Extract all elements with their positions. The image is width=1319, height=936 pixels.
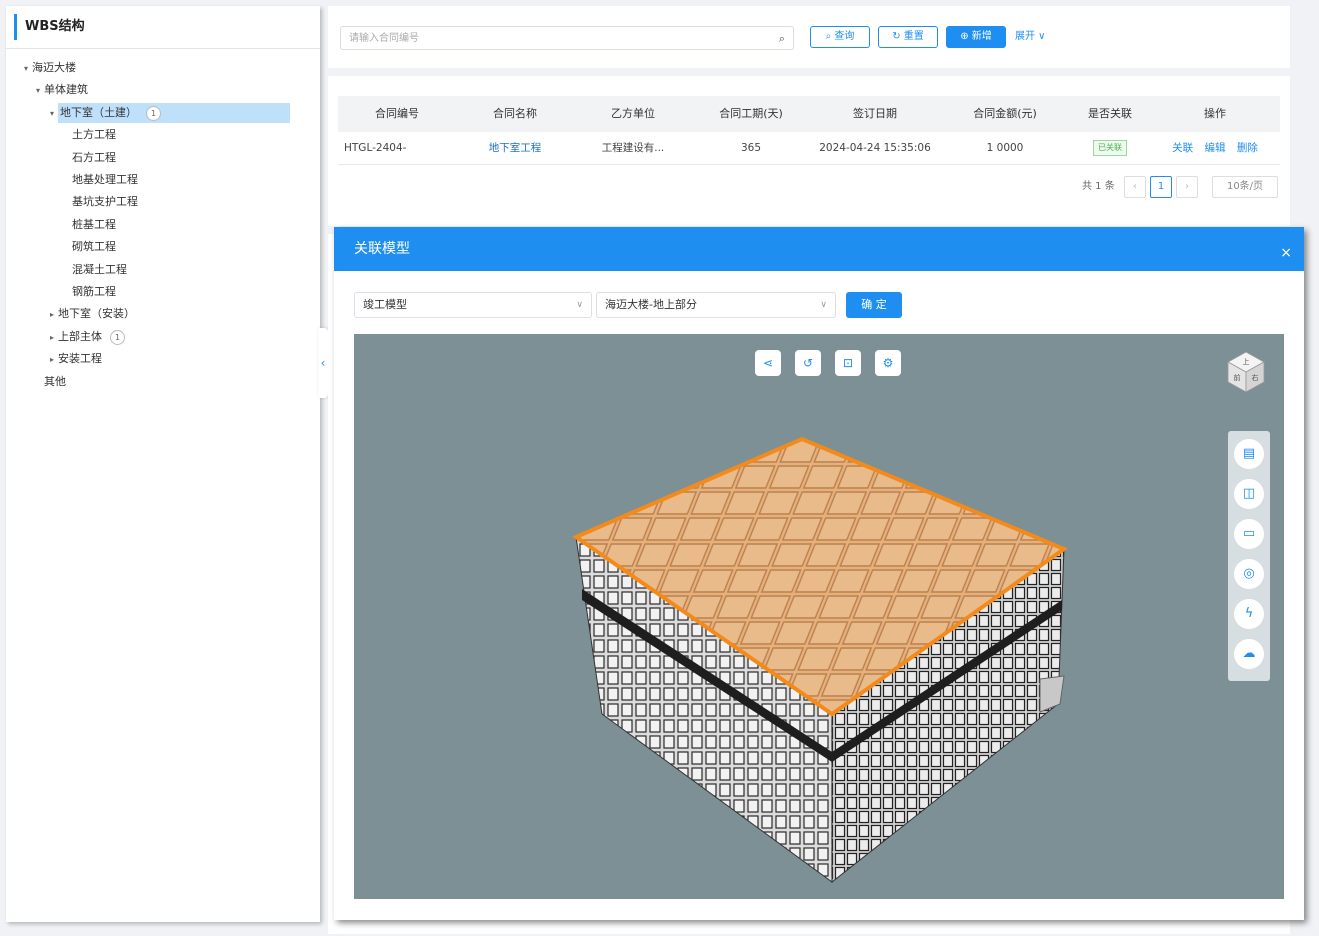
close-icon[interactable]: × xyxy=(1280,227,1292,279)
tree-node[interactable]: 砌筑工程 xyxy=(60,237,116,257)
query-label: 查询 xyxy=(834,31,855,42)
cell-linked: 已关联 xyxy=(1070,132,1150,164)
tree-node[interactable]: ▾ 单体建筑 xyxy=(32,80,88,100)
cell-duration: 365 xyxy=(740,142,762,154)
tree-node[interactable]: 桩基工程 xyxy=(60,215,116,235)
model-value: 海迈大楼-地上部分 xyxy=(605,298,697,311)
reset-button[interactable]: ↻ 重置 xyxy=(878,26,938,48)
th-name: 合同名称 xyxy=(493,107,537,120)
contract-search-input[interactable]: 请输入合同编号 ⌕ xyxy=(340,26,794,50)
tree-node-label: 安装工程 xyxy=(58,352,102,366)
th-amount: 合同金额(元) xyxy=(973,107,1037,120)
model-type-select[interactable]: 竣工模型 ∨ xyxy=(354,292,592,318)
add-label: 新增 xyxy=(971,31,992,42)
tree-node[interactable]: 混凝土工程 xyxy=(60,260,127,280)
th-code: 合同编号 xyxy=(375,107,419,120)
model-type-value: 竣工模型 xyxy=(363,298,407,311)
tree-node[interactable]: ▸ 安装工程 xyxy=(46,349,102,369)
table-row: HTGL-2404- 地下室工程 工程建设有... 365 2024-04-24… xyxy=(338,132,1280,165)
tree-node-label: 其他 xyxy=(44,374,66,388)
dialog-header: 关联模型 × xyxy=(334,227,1304,271)
wbs-panel: WBS结构 ▾ 海迈大楼 ▾ 单体建筑 ▾ 地下室（土建） 1 土方工程 石方工程 地基处理工程基… xyxy=(6,6,320,922)
tree-node[interactable]: ▸ 地下室（安装） xyxy=(46,304,135,324)
pagination-total: 共 1 条 xyxy=(1082,181,1115,192)
tree-node-label: 上部主体 xyxy=(58,329,102,343)
table-header: 合同编号 合同名称 乙方单位 合同工期(天) 签订日期 合同金额(元) 是否关联… xyxy=(338,96,1280,132)
search-icon[interactable]: ⌕ xyxy=(779,27,785,51)
cell-name[interactable]: 地下室工程 xyxy=(456,132,574,164)
link-action[interactable]: 关联 xyxy=(1172,142,1193,154)
delete-action[interactable]: 删除 xyxy=(1237,142,1258,154)
divider xyxy=(6,48,320,49)
caret-right-icon[interactable]: ▸ xyxy=(46,350,58,370)
cell-ops: 关联 编辑 删除 xyxy=(1150,132,1280,164)
tree-node[interactable]: 基坑支护工程 xyxy=(60,192,138,212)
caret-down-icon[interactable]: ▾ xyxy=(20,59,32,79)
cell-date: 2024-04-24 15:35:06 xyxy=(819,142,931,154)
caret-right-icon[interactable]: ▸ xyxy=(46,328,58,348)
model-viewer[interactable]: ⋖ ↺ ⊡ ⚙ 上 前 右 ▤ ◫ ▭ ◎ ϟ ☁ xyxy=(354,334,1284,899)
page-size-select[interactable]: 10条/页 xyxy=(1212,176,1278,198)
caret-down-icon[interactable]: ▾ xyxy=(46,104,58,124)
tree-node[interactable]: 地基处理工程 xyxy=(60,170,138,190)
cell-amount: 1 0000 xyxy=(986,142,1024,154)
tree-node[interactable]: 土方工程 xyxy=(60,125,116,145)
tree-node-label: 土方工程 xyxy=(72,128,116,142)
plus-circle-icon: ⊕ xyxy=(960,31,972,42)
collapse-panel-button[interactable]: ‹ xyxy=(318,328,328,398)
th-linked: 是否关联 xyxy=(1088,107,1132,120)
chevron-down-icon: ∨ xyxy=(576,300,583,310)
count-badge: 1 xyxy=(110,329,125,345)
tree-node-label: 混凝土工程 xyxy=(72,262,127,276)
prev-page-button[interactable]: ‹ xyxy=(1124,176,1146,198)
caret-right-icon[interactable]: ▸ xyxy=(46,305,58,325)
cell-party-b: 工程建设有... xyxy=(601,142,665,154)
tree-node[interactable]: 石方工程 xyxy=(60,148,116,168)
query-button[interactable]: ⌕ 查询 xyxy=(810,26,870,48)
th-duration: 合同工期(天) xyxy=(719,107,783,120)
edit-action[interactable]: 编辑 xyxy=(1205,142,1226,154)
link-model-dialog: 关联模型 × 竣工模型 ∨ 海迈大楼-地上部分 ∨ 确 定 ⋖ ↺ ⊡ ⚙ 上 … xyxy=(334,227,1304,920)
building-model[interactable] xyxy=(354,334,1284,899)
reset-label: 重置 xyxy=(903,31,924,42)
search-bar: 请输入合同编号 ⌕ ⌕ 查询 ↻ 重置 ⊕ 新增 展开 ∨ xyxy=(328,6,1290,68)
th-party-b: 乙方单位 xyxy=(611,107,655,120)
chevron-down-icon: ∨ xyxy=(820,300,827,310)
tree-node[interactable]: ▾ 海迈大楼 xyxy=(20,58,76,78)
cell-code: HTGL-2404- xyxy=(344,142,407,154)
add-button[interactable]: ⊕ 新增 xyxy=(946,26,1006,48)
tree-node-label: 桩基工程 xyxy=(72,217,116,231)
tree-node[interactable]: 钢筋工程 xyxy=(60,282,116,302)
next-page-button[interactable]: › xyxy=(1176,176,1198,198)
model-select[interactable]: 海迈大楼-地上部分 ∨ xyxy=(596,292,836,318)
linked-status-badge: 已关联 xyxy=(1093,140,1127,156)
tree-node-label: 钢筋工程 xyxy=(72,285,116,298)
contract-table-panel: 合同编号 合同名称 乙方单位 合同工期(天) 签订日期 合同金额(元) 是否关联… xyxy=(328,76,1290,226)
dialog-title: 关联模型 xyxy=(354,241,410,257)
th-date: 签订日期 xyxy=(853,107,897,120)
caret-down-icon[interactable]: ▾ xyxy=(32,81,44,101)
tree-node-label: 地下室（土建） xyxy=(58,102,290,123)
tree-node-label: 海迈大楼 xyxy=(32,61,76,74)
tree-node[interactable]: ▸ 上部主体 1 xyxy=(46,327,125,347)
expand-filters-link[interactable]: 展开 ∨ xyxy=(1015,26,1046,48)
confirm-button[interactable]: 确 定 xyxy=(846,292,902,318)
refresh-icon: ↻ xyxy=(892,31,904,42)
tree-node[interactable]: 其他 xyxy=(32,372,66,392)
wbs-title: WBS结构 xyxy=(14,14,85,40)
building-ramp xyxy=(1039,675,1065,713)
search-placeholder: 请输入合同编号 xyxy=(349,33,419,44)
tree-node-label: 地下室（安装） xyxy=(58,307,135,321)
tree-node-label: 基坑支护工程 xyxy=(72,195,138,209)
tree-node[interactable]: ▾ 地下室（土建） 1 xyxy=(46,102,290,124)
th-ops: 操作 xyxy=(1204,107,1226,120)
tree-node-label: 地基处理工程 xyxy=(72,173,138,186)
tree-node-label: 单体建筑 xyxy=(44,83,88,97)
count-badge: 1 xyxy=(146,105,161,121)
tree-node-label: 石方工程 xyxy=(72,150,116,164)
tree-node-label: 砌筑工程 xyxy=(72,240,116,254)
page-1-button[interactable]: 1 xyxy=(1150,176,1172,198)
